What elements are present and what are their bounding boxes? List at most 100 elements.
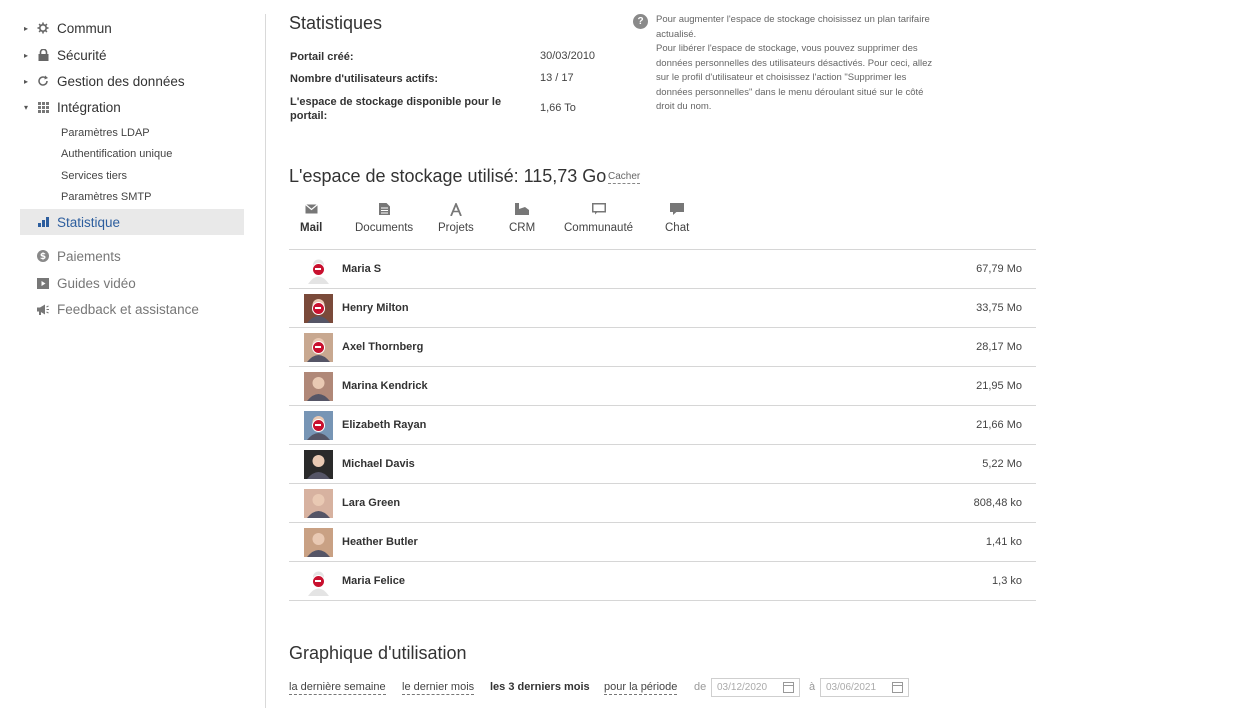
tab-projects[interactable]: Projets xyxy=(438,200,474,234)
period-custom[interactable]: pour la période xyxy=(604,681,678,695)
blocked-icon xyxy=(312,418,325,432)
sidebar-item-security[interactable]: ▸ Sécurité xyxy=(20,42,244,68)
sidebar-divider xyxy=(265,14,266,708)
user-storage-size: 1,3 ko xyxy=(992,575,1022,587)
mail-icon xyxy=(304,200,318,218)
user-row[interactable]: Lara Green 808,48 ko xyxy=(289,484,1036,523)
user-storage-size: 28,17 Mo xyxy=(976,341,1022,353)
user-row[interactable]: Maria S 67,79 Mo xyxy=(289,250,1036,289)
tab-chat[interactable]: Chat xyxy=(665,200,689,234)
user-name[interactable]: Maria Felice xyxy=(342,575,992,587)
tab-mail[interactable]: Mail xyxy=(300,200,322,234)
sidebar-subitem-smtp[interactable]: Paramètres SMTP xyxy=(61,191,151,203)
sidebar-item-label: Paiements xyxy=(57,248,121,264)
sidebar-item-feedback[interactable]: Feedback et assistance xyxy=(20,296,244,322)
expand-arrow-icon: ▸ xyxy=(24,76,29,86)
tab-label: Mail xyxy=(300,222,323,234)
period-last-month[interactable]: le dernier mois xyxy=(402,681,475,695)
period-last-3-months[interactable]: les 3 derniers mois xyxy=(490,681,590,694)
video-icon xyxy=(36,276,50,290)
tab-label: Communauté xyxy=(564,222,634,234)
hide-link[interactable]: Cacher xyxy=(608,171,641,184)
projects-icon xyxy=(450,200,462,218)
to-date-field[interactable]: 03/06/2021 xyxy=(820,678,909,697)
sidebar-item-commun[interactable]: ▸ Commun xyxy=(20,15,244,41)
sidebar-item-label: Intégration xyxy=(57,99,121,115)
period-last-week[interactable]: la dernière semaine xyxy=(289,681,386,695)
user-storage-size: 21,95 Mo xyxy=(976,380,1022,392)
user-row[interactable]: Axel Thornberg 28,17 Mo xyxy=(289,328,1036,367)
stat-value-storage-available: 1,66 To xyxy=(540,102,576,114)
blocked-icon xyxy=(312,340,325,354)
sidebar-item-label: Feedback et assistance xyxy=(57,301,199,317)
bar-chart-icon xyxy=(36,215,50,229)
from-label: de xyxy=(694,681,707,693)
sidebar-subitem-sso[interactable]: Authentification unique xyxy=(61,148,172,160)
sidebar-subitem-ldap[interactable]: Paramètres LDAP xyxy=(61,127,150,139)
svg-text:$: $ xyxy=(40,252,46,262)
tab-documents[interactable]: Documents xyxy=(355,200,413,234)
to-date-value: 03/06/2021 xyxy=(826,682,877,693)
sidebar-item-integration[interactable]: ▾ Intégration xyxy=(20,94,244,120)
user-row[interactable]: Maria Felice 1,3 ko xyxy=(289,562,1036,601)
user-name[interactable]: Elizabeth Rayan xyxy=(342,419,976,431)
sidebar-item-label: Sécurité xyxy=(57,47,107,63)
user-name[interactable]: Heather Butler xyxy=(342,536,986,548)
calendar-icon[interactable] xyxy=(892,682,903,693)
sidebar-item-label: Statistique xyxy=(57,214,121,230)
help-line: Pour libérer l'espace de stockage, vous … xyxy=(656,43,933,112)
tab-label: Projets xyxy=(438,222,474,234)
document-icon xyxy=(378,200,390,218)
stat-value-created: 30/03/2010 xyxy=(540,50,596,62)
user-row[interactable]: Michael Davis 5,22 Mo xyxy=(289,445,1036,484)
user-name[interactable]: Lara Green xyxy=(342,497,974,509)
user-row[interactable]: Heather Butler 1,41 ko xyxy=(289,523,1036,562)
sidebar-item-label: Gestion des données xyxy=(57,73,185,89)
lock-icon xyxy=(36,48,50,62)
user-name[interactable]: Axel Thornberg xyxy=(342,341,976,353)
from-date-field[interactable]: 03/12/2020 xyxy=(711,678,800,697)
sidebar-item-label: Guides vidéo xyxy=(57,275,136,291)
avatar xyxy=(304,410,333,440)
avatar xyxy=(304,371,333,401)
storage-help-text: Pour augmenter l'espace de stockage choi… xyxy=(656,13,941,115)
user-row[interactable]: Elizabeth Rayan 21,66 Mo xyxy=(289,406,1036,445)
calendar-icon[interactable] xyxy=(783,682,794,693)
sidebar-item-video-guides[interactable]: Guides vidéo xyxy=(20,270,244,296)
blocked-icon xyxy=(312,574,325,588)
user-name[interactable]: Maria S xyxy=(342,263,976,275)
sidebar-item-label: Commun xyxy=(57,20,112,36)
tab-label: CRM xyxy=(509,222,536,234)
crm-icon xyxy=(515,200,530,218)
sidebar-subitem-third-party[interactable]: Services tiers xyxy=(61,170,127,182)
sidebar-item-payments[interactable]: $ Paiements xyxy=(20,243,244,269)
community-icon xyxy=(591,200,606,218)
stat-value-active-users: 13 / 17 xyxy=(540,72,574,84)
user-storage-size: 67,79 Mo xyxy=(976,263,1022,275)
avatar xyxy=(304,332,333,362)
tab-crm[interactable]: CRM xyxy=(509,200,535,234)
user-storage-size: 21,66 Mo xyxy=(976,419,1022,431)
dollar-icon: $ xyxy=(36,249,50,263)
avatar xyxy=(304,488,333,518)
user-name[interactable]: Marina Kendrick xyxy=(342,380,976,392)
user-row[interactable]: Henry Milton 33,75 Mo xyxy=(289,289,1036,328)
user-storage-size: 1,41 ko xyxy=(985,536,1022,548)
tab-label: Documents xyxy=(355,222,414,234)
user-name[interactable]: Henry Milton xyxy=(342,302,976,314)
collapse-arrow-icon: ▾ xyxy=(24,102,29,112)
expand-arrow-icon: ▸ xyxy=(24,23,29,33)
megaphone-icon xyxy=(36,302,50,316)
sidebar-item-data-management[interactable]: ▸ Gestion des données xyxy=(20,68,244,94)
sidebar-item-statistics[interactable]: Statistique xyxy=(20,209,244,235)
user-name[interactable]: Michael Davis xyxy=(342,458,982,470)
user-storage-size: 33,75 Mo xyxy=(976,302,1022,314)
stat-label-storage-available: L'espace de stockage disponible pour le … xyxy=(290,96,502,122)
statistics-title: Statistiques xyxy=(289,13,383,33)
tab-community[interactable]: Communauté xyxy=(564,200,633,234)
grid-icon xyxy=(36,100,50,114)
avatar xyxy=(304,566,333,596)
usage-graph-title: Graphique d'utilisation xyxy=(289,643,467,663)
question-icon: ? xyxy=(633,14,648,29)
user-row[interactable]: Marina Kendrick 21,95 Mo xyxy=(289,367,1036,406)
